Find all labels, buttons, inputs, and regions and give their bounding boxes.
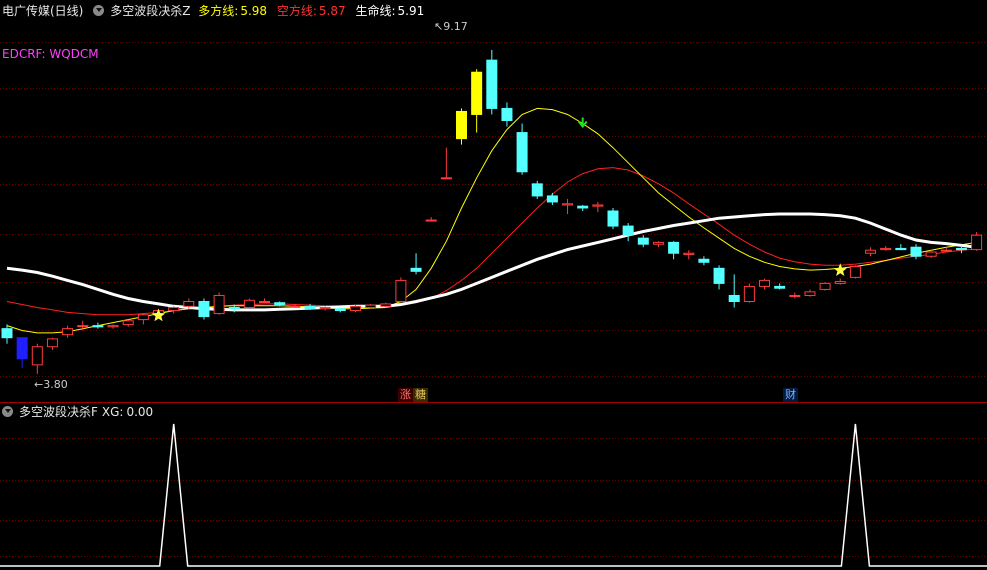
candlesticks bbox=[1, 49, 983, 374]
candle-body bbox=[955, 247, 967, 251]
candle-body bbox=[819, 282, 831, 290]
candle-body bbox=[713, 267, 725, 284]
life-line bbox=[6, 212, 977, 312]
candle-body bbox=[668, 241, 680, 254]
bull-value: 5.98 bbox=[240, 4, 268, 18]
candle-body bbox=[652, 241, 664, 245]
candle-body bbox=[349, 305, 361, 312]
stock-title: 电广传媒(日线) bbox=[2, 4, 84, 18]
candle-body bbox=[698, 258, 710, 263]
candle-body bbox=[501, 107, 513, 122]
event-tag-rise[interactable]: 涨 bbox=[398, 388, 413, 402]
bull-line bbox=[6, 107, 977, 334]
candle-body bbox=[546, 195, 558, 203]
candle-body bbox=[440, 177, 452, 180]
life-label: 生命线: bbox=[355, 4, 396, 18]
candle-body bbox=[592, 204, 604, 207]
event-tag-sugar[interactable]: 糖 bbox=[413, 388, 428, 402]
xg-label: XG: bbox=[101, 405, 124, 419]
candle-body bbox=[940, 249, 952, 252]
candle-body bbox=[31, 346, 43, 366]
candle-body bbox=[304, 305, 316, 310]
candle-body bbox=[425, 219, 437, 222]
candle-body bbox=[622, 225, 634, 236]
candle-body bbox=[365, 304, 377, 309]
candle-body bbox=[137, 314, 149, 321]
candle-body bbox=[92, 325, 104, 328]
xg-signal-plot bbox=[0, 423, 987, 567]
high-price-label: ↖9.17 bbox=[434, 20, 468, 33]
dropdown-circle-icon[interactable] bbox=[93, 5, 105, 16]
candle-body bbox=[728, 294, 740, 303]
candle-body bbox=[516, 132, 528, 173]
candle-body bbox=[46, 338, 58, 348]
candle-body bbox=[637, 237, 649, 245]
candle-body bbox=[122, 320, 134, 325]
bull-label: 多方线: bbox=[198, 4, 239, 18]
candle-body bbox=[319, 307, 331, 310]
candle-body bbox=[486, 59, 498, 109]
candle-body bbox=[865, 249, 877, 254]
candle-body bbox=[774, 285, 786, 289]
arrow-icon: ← bbox=[34, 378, 44, 391]
candle-body bbox=[910, 246, 922, 257]
candle-body bbox=[243, 299, 255, 309]
candle-body bbox=[849, 266, 861, 278]
candle-body bbox=[168, 307, 180, 312]
candle-body bbox=[971, 234, 983, 251]
candle-body bbox=[77, 325, 89, 328]
arrow-icon: ↖ bbox=[434, 20, 444, 33]
life-value: 5.91 bbox=[397, 4, 425, 18]
candle-body bbox=[16, 337, 28, 360]
edcrf-label: EDCRF: WQDCM bbox=[2, 47, 99, 61]
candle-body bbox=[562, 203, 574, 206]
candle-body bbox=[395, 279, 407, 302]
candle-body bbox=[289, 305, 301, 308]
candle-body bbox=[577, 205, 589, 209]
candle-body bbox=[607, 210, 619, 227]
sub-header: 多空波段决杀F XG: 0.00 bbox=[2, 404, 159, 420]
bear-line bbox=[6, 167, 977, 316]
indicator-name[interactable]: 多空波段决杀Z bbox=[110, 4, 190, 18]
dropdown-circle-icon[interactable] bbox=[2, 406, 13, 417]
candle-body bbox=[925, 251, 937, 257]
candle-body bbox=[213, 294, 225, 315]
candle-body bbox=[834, 281, 846, 284]
candle-body bbox=[895, 247, 907, 251]
candle-body bbox=[1, 328, 13, 339]
candle-body bbox=[107, 325, 119, 328]
candle-body bbox=[334, 308, 346, 312]
candle-body bbox=[759, 279, 770, 287]
candle-body bbox=[880, 247, 892, 251]
candle-body bbox=[228, 307, 240, 310]
xg-line bbox=[0, 423, 987, 567]
candle-body bbox=[274, 302, 286, 306]
main-header: 电广传媒(日线) 多空波段决杀Z 多方线: 5.98 空方线: 5.87 生命线: 5… bbox=[2, 3, 430, 19]
xg-value: 0.00 bbox=[126, 405, 154, 419]
sub-grid bbox=[0, 438, 987, 557]
candle-body bbox=[789, 294, 801, 297]
low-price-value: 3.80 bbox=[43, 378, 68, 391]
candle-body bbox=[410, 267, 422, 272]
bear-value: 5.87 bbox=[318, 4, 346, 18]
chart-canvas[interactable] bbox=[0, 0, 987, 570]
high-price-value: 9.17 bbox=[443, 20, 468, 33]
candle-body bbox=[743, 285, 755, 302]
candle-body bbox=[62, 328, 74, 336]
low-price-label: ←3.80 bbox=[34, 378, 68, 391]
signal-marks bbox=[151, 117, 847, 322]
candle-body bbox=[683, 252, 695, 255]
candle-body bbox=[198, 301, 210, 318]
candle-body bbox=[471, 71, 483, 115]
candle-body bbox=[804, 291, 816, 296]
candle-body bbox=[456, 110, 467, 140]
sub-indicator-name[interactable]: 多空波段决杀F bbox=[19, 405, 98, 419]
event-tag-finance[interactable]: 财 bbox=[783, 388, 798, 402]
candle-body bbox=[531, 183, 543, 197]
bear-label: 空方线: bbox=[276, 4, 317, 18]
candle-body bbox=[380, 303, 392, 307]
candle-body bbox=[259, 301, 271, 303]
candle-body bbox=[183, 301, 195, 307]
indicator-lines bbox=[6, 107, 977, 334]
